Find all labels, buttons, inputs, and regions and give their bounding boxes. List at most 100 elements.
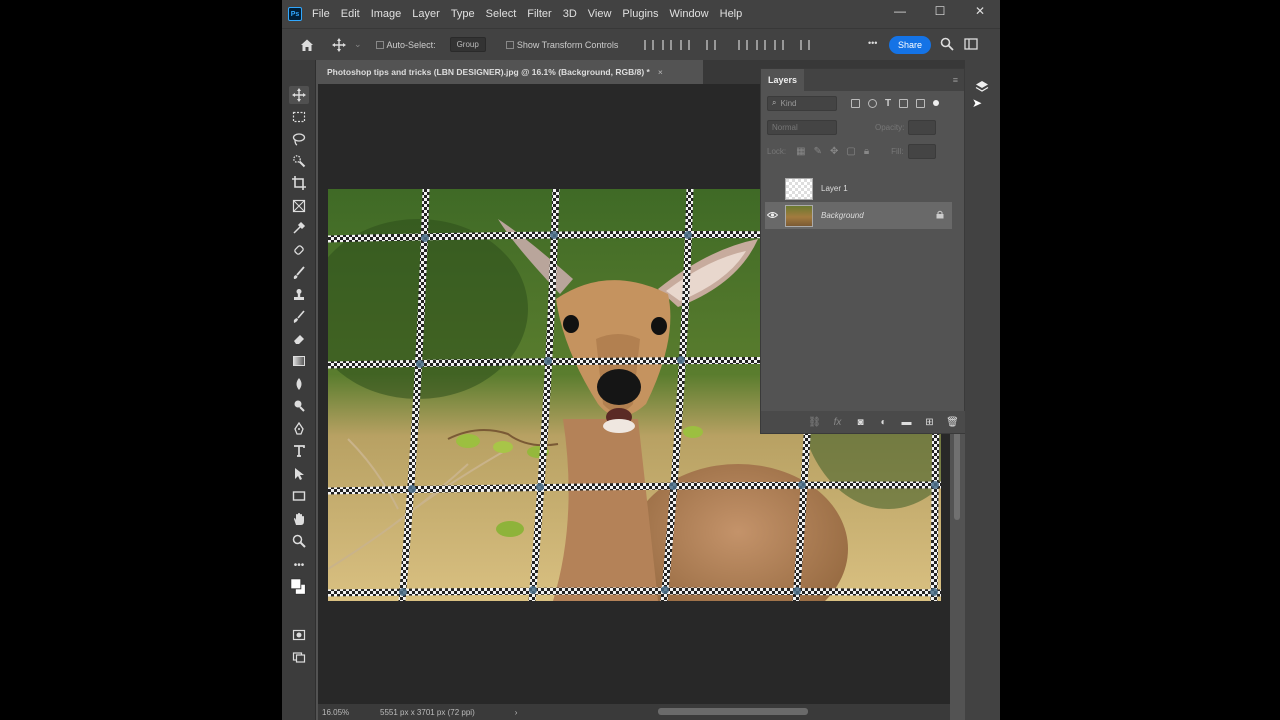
filter-type-icon[interactable]: T xyxy=(885,98,891,109)
menu-help[interactable]: Help xyxy=(720,8,743,20)
rectangle-icon[interactable] xyxy=(289,487,309,505)
history-brush-icon[interactable] xyxy=(289,308,309,326)
menu-3d[interactable]: 3D xyxy=(563,8,577,20)
pen-icon[interactable] xyxy=(289,420,309,438)
move-icon[interactable] xyxy=(289,86,309,104)
add-mask-icon[interactable]: ◙ xyxy=(855,417,866,428)
gradient-icon[interactable] xyxy=(289,352,309,370)
horizontal-scrollbar[interactable] xyxy=(658,708,808,715)
type-icon[interactable] xyxy=(289,442,309,460)
lock-artboard-icon[interactable]: ▢ xyxy=(846,146,855,157)
menu-plugins[interactable]: Plugins xyxy=(622,8,658,20)
zoom-level[interactable]: 16.05% xyxy=(322,708,380,717)
layers-spacer xyxy=(761,163,964,175)
menu-filter[interactable]: Filter xyxy=(527,8,551,20)
eye-icon[interactable] xyxy=(765,211,779,221)
layer-filter-row: ⌕ Kind T xyxy=(761,91,964,115)
distribute-icon[interactable] xyxy=(706,39,717,50)
layer-row-background[interactable]: Background xyxy=(765,202,952,229)
filter-pixel-icon[interactable] xyxy=(851,98,860,108)
lock-position-icon[interactable]: ✥ xyxy=(830,146,838,157)
menu-type[interactable]: Type xyxy=(451,8,475,20)
close-button[interactable]: ✕ xyxy=(960,0,1000,22)
maximize-button[interactable]: ☐ xyxy=(920,0,960,22)
lock-icon[interactable] xyxy=(936,210,944,221)
new-layer-icon[interactable]: ⊞ xyxy=(924,417,935,428)
fill-input[interactable] xyxy=(907,143,936,159)
menu-view[interactable]: View xyxy=(588,8,612,20)
adjustment-layer-icon[interactable]: ◐ xyxy=(878,417,889,428)
blur-icon[interactable] xyxy=(289,375,309,393)
filter-smart-object-icon[interactable] xyxy=(916,98,926,108)
align-left-icon[interactable] xyxy=(644,39,655,50)
blend-mode-dropdown[interactable]: Normal xyxy=(767,119,837,135)
share-button[interactable]: Share xyxy=(889,36,931,54)
path-selection-icon[interactable] xyxy=(289,465,309,483)
menu-window[interactable]: Window xyxy=(670,8,709,20)
auto-select-dropdown[interactable]: Group xyxy=(449,37,486,52)
zoom-icon[interactable] xyxy=(289,532,309,550)
layer-kind-filter[interactable]: ⌕ Kind xyxy=(767,95,837,111)
menu-file[interactable]: File xyxy=(312,8,330,20)
layers-icon[interactable] xyxy=(973,78,991,96)
brush-icon[interactable] xyxy=(289,264,309,282)
link-layers-icon[interactable]: ⛓︎ xyxy=(808,417,821,428)
layer-style-icon[interactable]: fx xyxy=(832,417,843,428)
move-tool-icon[interactable] xyxy=(330,37,348,52)
layer-name[interactable]: Background xyxy=(821,211,936,220)
dodge-icon[interactable] xyxy=(289,397,309,415)
healing-brush-icon[interactable] xyxy=(289,241,309,259)
auto-select-checkbox[interactable] xyxy=(375,40,384,49)
align-center-icon[interactable] xyxy=(662,39,673,50)
menu-layer[interactable]: Layer xyxy=(412,8,440,20)
align-top-icon[interactable] xyxy=(738,39,749,50)
crop-icon[interactable] xyxy=(289,174,309,192)
filter-shape-icon[interactable] xyxy=(899,98,909,108)
close-tab-icon[interactable]: × xyxy=(658,67,663,77)
quick-mask-icon[interactable] xyxy=(289,626,309,644)
status-menu-arrow-icon[interactable]: › xyxy=(515,708,518,717)
color-swatches-icon[interactable] xyxy=(289,578,309,596)
quick-selection-icon[interactable] xyxy=(289,152,309,170)
layers-tab[interactable]: Layers xyxy=(761,69,805,91)
workspace-icon[interactable] xyxy=(964,37,978,51)
search-icon: ⌕ xyxy=(772,98,777,107)
layer-row-layer1[interactable]: Layer 1 xyxy=(765,175,952,202)
document-tab[interactable]: Photoshop tips and tricks (LBN DESIGNER)… xyxy=(318,60,703,84)
edit-toolbar-icon[interactable]: ••• xyxy=(289,556,309,574)
new-group-icon[interactable]: ▬ xyxy=(901,417,912,428)
minimize-button[interactable]: — xyxy=(880,0,920,22)
filter-toggle-icon[interactable] xyxy=(933,100,940,106)
home-icon[interactable] xyxy=(298,38,316,52)
screen-mode-icon[interactable] xyxy=(289,648,309,666)
lock-transparent-icon[interactable]: ▦ xyxy=(796,146,805,157)
delete-layer-icon[interactable]: 🗑︎ xyxy=(946,417,959,428)
menu-edit[interactable]: Edit xyxy=(341,8,360,20)
lock-image-icon[interactable]: ✎ xyxy=(814,146,822,157)
align-bottom-icon[interactable] xyxy=(774,39,785,50)
show-transform-checkbox[interactable] xyxy=(505,40,514,49)
lock-all-icon[interactable]: 🔒︎ xyxy=(864,146,869,157)
layer-name[interactable]: Layer 1 xyxy=(821,184,952,193)
filter-adjustment-icon[interactable] xyxy=(868,98,877,108)
hand-icon[interactable] xyxy=(289,510,309,528)
tool-preset-chevron-icon[interactable]: ⌄ xyxy=(354,39,362,50)
clone-stamp-icon[interactable] xyxy=(289,286,309,304)
menu-image[interactable]: Image xyxy=(371,8,402,20)
frame-icon[interactable] xyxy=(289,197,309,215)
search-icon[interactable] xyxy=(940,37,954,51)
panel-menu-icon[interactable]: ≡ xyxy=(953,75,958,85)
more-options-icon[interactable]: ••• xyxy=(868,38,877,48)
lock-row: Lock: ▦ ✎ ✥ ▢ 🔒︎ Fill: xyxy=(761,139,964,163)
right-dock xyxy=(965,60,1000,720)
align-middle-icon[interactable] xyxy=(756,39,767,50)
vertical-scrollbar[interactable] xyxy=(954,430,960,520)
align-right-icon[interactable] xyxy=(680,39,691,50)
marquee-icon[interactable] xyxy=(289,108,309,126)
eraser-icon[interactable] xyxy=(289,330,309,348)
eyedropper-icon[interactable] xyxy=(289,219,309,237)
menu-select[interactable]: Select xyxy=(486,8,517,20)
distribute-vertical-icon[interactable] xyxy=(800,39,811,50)
opacity-input[interactable] xyxy=(908,119,937,135)
lasso-icon[interactable] xyxy=(289,130,309,148)
